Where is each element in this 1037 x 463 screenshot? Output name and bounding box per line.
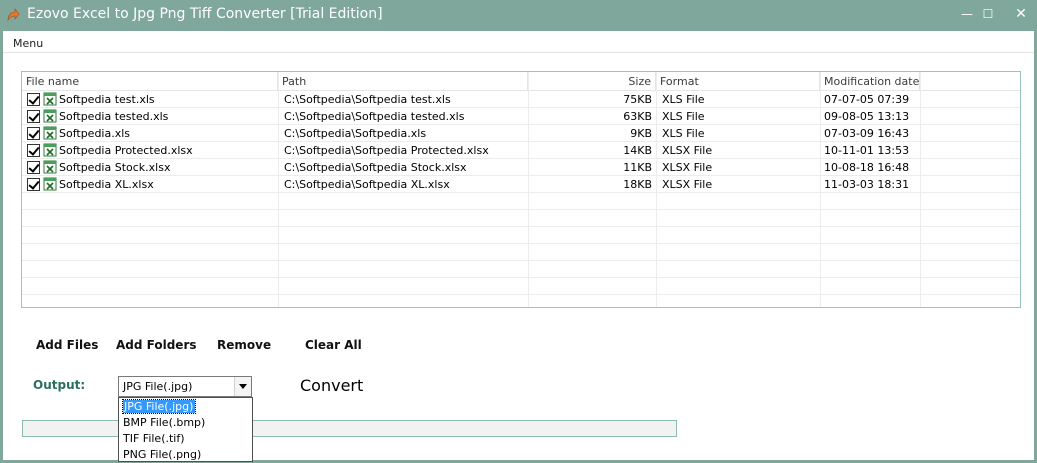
cell-format: XLSX File: [662, 161, 713, 174]
dropdown-option-label: JPG File(.jpg): [121, 399, 197, 414]
add-files-button[interactable]: Add Files: [36, 338, 98, 352]
cell-modification-date: 07-07-05 07:39: [824, 93, 910, 106]
app-arrow-icon: [7, 8, 20, 21]
file-list-header: File name Path Size Format Modification …: [22, 72, 1020, 91]
cell-path: C:\Softpedia\Softpedia.xls: [284, 127, 427, 140]
maximize-button[interactable]: ☐: [979, 6, 997, 22]
column-header-modification-date[interactable]: Modification date: [820, 72, 920, 91]
column-header-format[interactable]: Format: [656, 72, 820, 91]
title-bar[interactable]: Ezovo Excel to Jpg Png Tiff Converter [T…: [0, 0, 1037, 31]
cell-file-name: Softpedia test.xls: [59, 93, 155, 106]
excel-file-icon: [43, 177, 57, 191]
convert-button[interactable]: Convert: [300, 376, 363, 395]
close-button[interactable]: ✕: [1012, 6, 1030, 22]
empty-row: [22, 261, 1020, 278]
empty-row: [22, 227, 1020, 244]
row-checkbox[interactable]: [27, 161, 40, 174]
cell-file-name: Softpedia tested.xls: [59, 110, 169, 123]
output-format-value: JPG File(.jpg): [123, 380, 193, 393]
file-list[interactable]: File name Path Size Format Modification …: [21, 71, 1021, 308]
table-row[interactable]: Softpedia Stock.xlsx C:\Softpedia\Softped…: [22, 159, 1020, 176]
row-checkbox[interactable]: [27, 178, 40, 191]
output-format-select[interactable]: JPG File(.jpg): [118, 376, 252, 397]
table-row[interactable]: Softpedia tested.xls C:\Softpedia\Softped…: [22, 108, 1020, 125]
cell-size: 63KB: [623, 110, 652, 123]
cell-format: XLS File: [662, 110, 705, 123]
cell-modification-date: 10-11-01 13:53: [824, 144, 910, 157]
column-header-size[interactable]: Size: [528, 72, 656, 91]
dropdown-option-jpg[interactable]: JPG File(.jpg): [120, 399, 251, 415]
cell-path: C:\Softpedia\Softpedia Protected.xlsx: [284, 144, 489, 157]
remove-button[interactable]: Remove: [217, 338, 271, 352]
dropdown-option-tif[interactable]: TIF File(.tif): [120, 431, 251, 447]
cell-path: C:\Softpedia\Softpedia tested.xls: [284, 110, 465, 123]
cell-file-name: Softpedia Protected.xlsx: [59, 144, 193, 157]
row-checkbox[interactable]: [27, 93, 40, 106]
cell-modification-date: 09-08-05 13:13: [824, 110, 910, 123]
menu-bar: Menu: [3, 31, 1034, 53]
client-area: Menu File name Path Size Format Modifica…: [3, 31, 1034, 462]
column-header-path[interactable]: Path: [278, 72, 528, 91]
empty-row: [22, 193, 1020, 210]
output-label: Output:: [33, 378, 86, 392]
table-row[interactable]: Softpedia test.xls C:\Softpedia\Softpedia…: [22, 91, 1020, 108]
window-title: Ezovo Excel to Jpg Png Tiff Converter [T…: [27, 6, 383, 22]
excel-file-icon: [43, 143, 57, 157]
row-checkbox[interactable]: [27, 144, 40, 157]
app-window: Ezovo Excel to Jpg Png Tiff Converter [T…: [0, 0, 1037, 463]
table-row[interactable]: Softpedia XL.xlsx C:\Softpedia\Softpedia …: [22, 176, 1020, 193]
dropdown-option-png[interactable]: PNG File(.png): [120, 447, 251, 463]
output-format-dropdown: JPG File(.jpg) BMP File(.bmp) TIF File(.…: [118, 397, 253, 462]
excel-file-icon: [43, 126, 57, 140]
cell-format: XLS File: [662, 127, 705, 140]
clear-all-button[interactable]: Clear All: [305, 338, 362, 352]
empty-row: [22, 278, 1020, 295]
cell-file-name: Softpedia Stock.xlsx: [59, 161, 171, 174]
cell-format: XLSX File: [662, 178, 713, 191]
cell-path: C:\Softpedia\Softpedia XL.xlsx: [284, 178, 450, 191]
cell-path: C:\Softpedia\Softpedia test.xls: [284, 93, 451, 106]
menu-item-menu[interactable]: Menu: [13, 37, 43, 50]
cell-path: C:\Softpedia\Softpedia Stock.xlsx: [284, 161, 467, 174]
table-row[interactable]: Softpedia Protected.xlsx C:\Softpedia\Sof…: [22, 142, 1020, 159]
chevron-down-icon[interactable]: [234, 377, 251, 396]
cell-modification-date: 10-08-18 16:48: [824, 161, 910, 174]
dropdown-option-bmp[interactable]: BMP File(.bmp): [120, 415, 251, 431]
empty-row: [22, 244, 1020, 261]
row-checkbox[interactable]: [27, 127, 40, 140]
cell-modification-date: 07-03-09 16:43: [824, 127, 910, 140]
add-folders-button[interactable]: Add Folders: [116, 338, 197, 352]
table-row[interactable]: Softpedia.xls C:\Softpedia\Softpedia.xls 9…: [22, 125, 1020, 142]
cell-format: XLS File: [662, 93, 705, 106]
cell-size: 9KB: [630, 127, 652, 140]
cell-size: 18KB: [623, 178, 652, 191]
column-header-file-name[interactable]: File name: [22, 72, 278, 91]
cell-size: 11KB: [623, 161, 652, 174]
excel-file-icon: [43, 109, 57, 123]
minimize-button[interactable]: —: [958, 6, 976, 22]
excel-file-icon: [43, 92, 57, 106]
cell-modification-date: 11-03-03 18:31: [824, 178, 910, 191]
cell-file-name: Softpedia.xls: [59, 127, 131, 140]
empty-row: [22, 210, 1020, 227]
cell-size: 75KB: [623, 93, 652, 106]
cell-size: 14KB: [623, 144, 652, 157]
cell-format: XLSX File: [662, 144, 713, 157]
row-checkbox[interactable]: [27, 110, 40, 123]
excel-file-icon: [43, 160, 57, 174]
cell-file-name: Softpedia XL.xlsx: [59, 178, 154, 191]
